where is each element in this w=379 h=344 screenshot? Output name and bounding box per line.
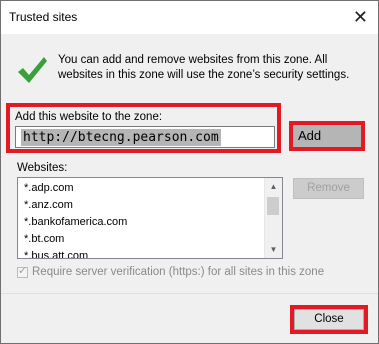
website-url-input[interactable]: http://btecng.pearson.com xyxy=(15,126,275,148)
title-bar: Trusted sites ✕ xyxy=(1,1,378,34)
list-item[interactable]: *.anz.com xyxy=(24,199,73,211)
require-verification-checkbox[interactable]: ✓ xyxy=(17,265,28,278)
websites-scrollbar[interactable]: ▲ ▼ xyxy=(264,178,282,258)
footer-divider xyxy=(1,293,378,294)
intro-text: You can add and remove websites from thi… xyxy=(58,54,350,81)
remove-button[interactable]: Remove xyxy=(293,178,364,199)
scroll-up-icon[interactable]: ▲ xyxy=(265,178,282,195)
close-icon[interactable]: ✕ xyxy=(353,5,368,29)
checkmark-icon xyxy=(18,57,47,83)
close-button[interactable]: Close xyxy=(294,309,364,330)
dialog-title: Trusted sites xyxy=(9,10,78,24)
websites-label: Websites: xyxy=(17,162,68,174)
list-item[interactable]: *.adp.com xyxy=(24,182,74,194)
checkbox-check-icon: ✓ xyxy=(18,265,28,277)
scroll-thumb[interactable] xyxy=(267,197,279,215)
add-button[interactable]: Add xyxy=(293,125,361,147)
website-url-value: http://btecng.pearson.com xyxy=(21,129,221,146)
list-item[interactable]: *.bt.com xyxy=(24,233,64,245)
list-item[interactable]: *.bus.att.com xyxy=(24,250,88,258)
add-site-label: Add this website to the zone: xyxy=(15,111,163,123)
websites-list[interactable]: *.adp.com *.anz.com *.bankofamerica.com … xyxy=(17,177,283,259)
trusted-sites-dialog: Trusted sites ✕ You can add and remove w… xyxy=(0,0,379,344)
list-item[interactable]: *.bankofamerica.com xyxy=(24,216,127,228)
scroll-down-icon[interactable]: ▼ xyxy=(265,241,282,258)
require-verification-label: Require server verification (https:) for… xyxy=(32,266,325,278)
